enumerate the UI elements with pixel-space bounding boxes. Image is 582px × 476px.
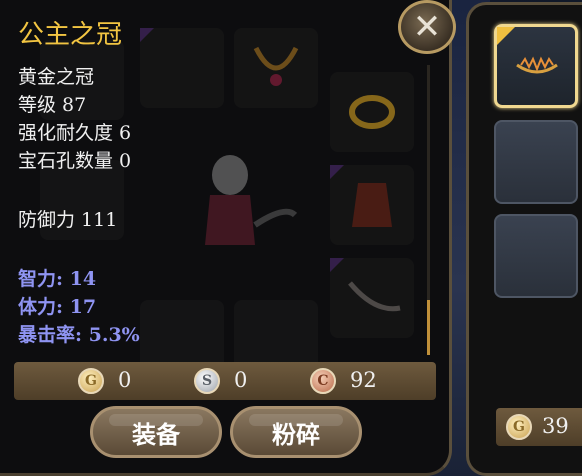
character-avatar — [205, 155, 298, 245]
scythe-icon — [348, 281, 401, 312]
item-name: 公主之冠 — [18, 20, 123, 50]
ring-icon — [349, 95, 395, 129]
smash-button[interactable]: 粉碎 — [230, 406, 362, 458]
close-icon: ✕ — [412, 7, 442, 47]
copper-coin-icon: C — [310, 368, 336, 394]
equip-slot-weapon[interactable] — [330, 258, 414, 338]
inventory-slot-selected[interactable] — [494, 24, 578, 108]
equip-slot-armor[interactable] — [330, 165, 414, 245]
gold-amount: 0 — [118, 368, 132, 392]
smash-button-label: 粉碎 — [272, 419, 320, 449]
inventory-gold-amount: 39 — [542, 414, 569, 438]
tiara-icon — [516, 56, 558, 74]
item-sockets: 宝石孔数量 0 — [18, 150, 132, 172]
stat-vitality: 体力: 17 — [18, 296, 97, 318]
equip-button[interactable]: 装备 — [90, 406, 222, 458]
item-durability: 强化耐久度 6 — [18, 122, 132, 144]
item-subtitle: 黄金之冠 — [18, 66, 95, 88]
stat-intelligence: 智力: 14 — [18, 268, 97, 290]
gold-coin-icon: G — [78, 368, 104, 394]
equip-slot-necklace[interactable] — [234, 28, 318, 108]
inventory-slot-2[interactable] — [494, 120, 578, 204]
copper-amount: 92 — [350, 368, 377, 392]
scrollbar-thumb[interactable] — [427, 300, 430, 355]
currency-bar: G 0 S 0 C 92 — [14, 362, 436, 400]
necklace-icon — [253, 46, 299, 86]
item-defense: 防御力 111 — [18, 209, 118, 231]
close-button[interactable]: ✕ — [398, 0, 456, 54]
silver-amount: 0 — [234, 368, 248, 392]
stat-crit-rate: 暴击率: 5.3% — [18, 324, 140, 346]
inventory-slot-3[interactable] — [494, 214, 578, 298]
equip-slot-ring[interactable] — [330, 72, 414, 152]
equip-slot-headgear[interactable] — [140, 28, 224, 108]
silver-coin-icon: S — [194, 368, 220, 394]
equipment-panel: 公主之冠 黄金之冠 等级 87 强化耐久度 6 宝石孔数量 0 防御力 111 … — [0, 0, 452, 476]
armor-icon — [352, 183, 392, 227]
inventory-gold-bar: G 39 — [496, 408, 582, 446]
item-level: 等级 87 — [18, 94, 87, 116]
equip-button-label: 装备 — [132, 419, 180, 449]
gold-coin-icon: G — [506, 414, 532, 440]
